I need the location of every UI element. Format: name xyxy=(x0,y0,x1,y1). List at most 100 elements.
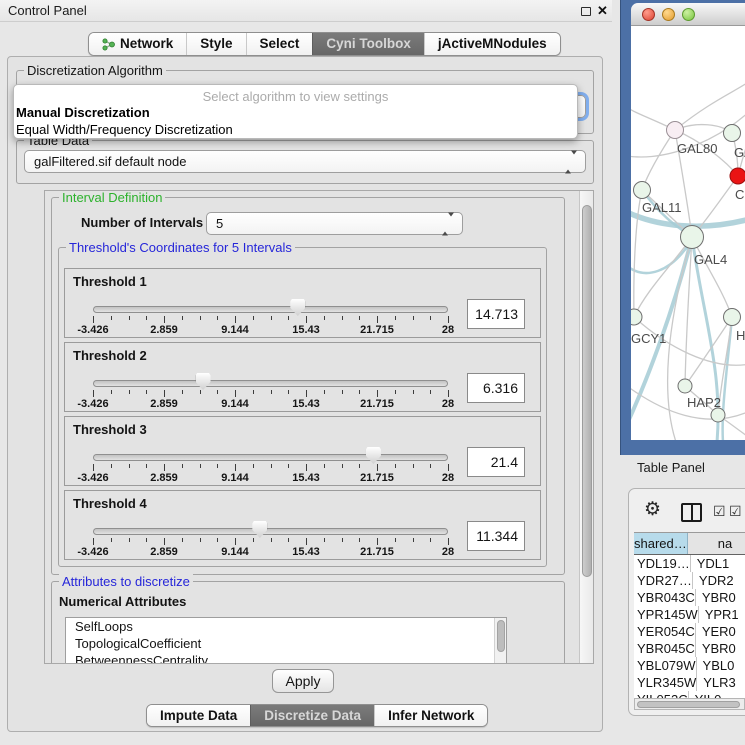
network-canvas[interactable]: GAL80GACGAL11GAL4GCY1HHAP2 xyxy=(631,26,745,440)
table-cell-shared[interactable]: YDR27… xyxy=(634,572,693,589)
slider-tick xyxy=(182,316,183,320)
network-node-ga[interactable] xyxy=(724,125,741,142)
column-header-shared[interactable]: shared… xyxy=(634,533,688,554)
table-hscrollbar-thumb[interactable] xyxy=(637,701,740,708)
network-node-h[interactable] xyxy=(724,309,741,326)
network-node-unlabeled[interactable] xyxy=(711,408,725,422)
settings-vertical-scrollbar[interactable] xyxy=(579,191,594,663)
table-row[interactable]: YER054CYER0 xyxy=(634,623,745,640)
table-row[interactable]: YDL19…YDL1 xyxy=(634,555,745,572)
table-cell-name[interactable]: YBL0 xyxy=(697,657,745,674)
table-row[interactable]: YBR043CYBR0 xyxy=(634,589,745,606)
table-cell-shared[interactable]: YDL19… xyxy=(634,555,691,572)
gear-icon[interactable]: ⚙ xyxy=(644,499,661,521)
settings-scrollbar-thumb[interactable] xyxy=(582,205,592,577)
slider-tick xyxy=(217,390,218,394)
table-cell-shared[interactable]: YLR345W xyxy=(634,674,697,691)
threshold-value-field[interactable]: 11.344 xyxy=(467,521,525,551)
slider-tick-label: 21.715 xyxy=(360,472,394,484)
apply-button[interactable]: Apply xyxy=(272,669,334,693)
table-cell-shared[interactable]: YIL052C xyxy=(634,691,689,698)
table-row[interactable]: YBL079WYBL0 xyxy=(634,657,745,674)
table-horizontal-scrollbar[interactable] xyxy=(634,698,745,710)
tab-style[interactable]: Style xyxy=(186,33,245,55)
table-cell-name[interactable]: YBR0 xyxy=(696,589,745,606)
slider-tick xyxy=(430,316,431,320)
threshold-slider-track[interactable] xyxy=(93,454,448,461)
control-panel-title: Control Panel xyxy=(8,3,87,18)
table-data-combobox[interactable]: galFiltered.sif default node xyxy=(24,150,586,173)
screenshot-root: Control Panel ✕ Network StyleSelectCyni T… xyxy=(0,0,745,745)
checkbox-icon[interactable]: ☑ xyxy=(713,503,726,520)
zoom-traffic-light-icon[interactable] xyxy=(682,8,695,21)
threshold-slider-thumb[interactable] xyxy=(366,447,381,464)
close-window-icon[interactable]: ✕ xyxy=(597,3,608,19)
attribute-item-betweennesscentrality[interactable]: BetweennessCentrality xyxy=(66,652,506,664)
number-of-intervals-combobox[interactable]: 5 xyxy=(206,212,463,235)
network-node-gal11[interactable] xyxy=(634,182,651,199)
table-cell-shared[interactable]: YBR045C xyxy=(634,640,696,657)
numerical-attributes-list: SelfLoopsTopologicalCoefficientBetweenne… xyxy=(65,617,507,664)
table-cell-shared[interactable]: YBL079W xyxy=(634,657,697,674)
column-header-name[interactable]: na xyxy=(688,533,745,554)
tab-label: Network xyxy=(120,33,173,55)
algorithm-option-manual-discretization[interactable]: Manual Discretization xyxy=(16,105,150,120)
threshold-slider-thumb[interactable] xyxy=(290,299,305,316)
threshold-slider-thumb[interactable] xyxy=(252,521,267,538)
threshold-slider-track[interactable] xyxy=(93,306,448,313)
threshold-value-field[interactable]: 6.316 xyxy=(467,373,525,403)
slider-tick-label: 2.859 xyxy=(150,472,178,484)
table-cell-name[interactable]: YER0 xyxy=(696,623,745,640)
network-node-gal80[interactable] xyxy=(667,122,684,139)
table-row[interactable]: YDR27…YDR2 xyxy=(634,572,745,589)
slider-tick-label: 2.859 xyxy=(150,546,178,558)
settings-scroll-viewport: Interval Definition Number of Intervals … xyxy=(44,190,594,664)
table-cell-shared[interactable]: YBR043C xyxy=(634,589,696,606)
tab-discretize-data[interactable]: Discretize Data xyxy=(250,705,374,726)
column-layout-icon[interactable] xyxy=(681,503,702,522)
table-cell-name[interactable]: YDR2 xyxy=(693,572,745,589)
threshold-slider-track[interactable] xyxy=(93,380,448,387)
network-node-c[interactable] xyxy=(730,168,745,184)
network-node-gal4[interactable] xyxy=(681,226,704,249)
table-row[interactable]: YIL052CYIL0 xyxy=(634,691,745,698)
close-traffic-light-icon[interactable] xyxy=(642,8,655,21)
algorithm-option-equal-width-frequency-discretization[interactable]: Equal Width/Frequency Discretization xyxy=(16,122,233,137)
attribute-item-selfloops[interactable]: SelfLoops xyxy=(66,618,506,635)
table-cell-name[interactable]: YIL0 xyxy=(689,691,745,698)
tab-jactivemnodules[interactable]: jActiveMNodules xyxy=(424,33,560,55)
table-cell-shared[interactable]: YPR145W xyxy=(634,606,699,623)
network-window-titlebar[interactable] xyxy=(631,3,745,26)
attributes-scrollbar-thumb[interactable] xyxy=(497,620,505,652)
network-node-hap2[interactable] xyxy=(678,379,692,393)
tab-network[interactable]: Network xyxy=(89,33,186,55)
table-row[interactable]: YBR045CYBR0 xyxy=(634,640,745,657)
table-cell-name[interactable]: YPR1 xyxy=(699,606,745,623)
network-node-gcy1[interactable] xyxy=(631,309,642,325)
slider-tick xyxy=(324,464,325,468)
slider-tick xyxy=(111,464,112,468)
minimize-traffic-light-icon[interactable] xyxy=(662,8,675,21)
checkbox-icon[interactable]: ☑ xyxy=(729,503,742,520)
tab-impute-data[interactable]: Impute Data xyxy=(147,705,250,726)
tab-cyni-toolbox[interactable]: Cyni Toolbox xyxy=(312,33,424,55)
slider-tick xyxy=(395,538,396,542)
table-row[interactable]: YLR345WYLR3 xyxy=(634,674,745,691)
table-cell-name[interactable]: YDL1 xyxy=(691,555,745,572)
threshold-slider-track[interactable] xyxy=(93,528,448,535)
float-window-icon[interactable] xyxy=(581,7,591,16)
attributes-list-scrollbar[interactable] xyxy=(494,618,506,664)
threshold-value-field[interactable]: 21.4 xyxy=(467,447,525,477)
tab-infer-network[interactable]: Infer Network xyxy=(374,705,487,726)
tab-select[interactable]: Select xyxy=(246,33,313,55)
network-node-label: C xyxy=(735,187,744,202)
table-cell-name[interactable]: YLR3 xyxy=(697,674,745,691)
threshold-slider-thumb[interactable] xyxy=(196,373,211,390)
table-cell-shared[interactable]: YER054C xyxy=(634,623,696,640)
slider-tick xyxy=(111,538,112,542)
table-cell-name[interactable]: YBR0 xyxy=(696,640,745,657)
slider-tick-label: 28 xyxy=(442,472,454,484)
attribute-item-topologicalcoefficient[interactable]: TopologicalCoefficient xyxy=(66,635,506,652)
table-row[interactable]: YPR145WYPR1 xyxy=(634,606,745,623)
threshold-value-field[interactable]: 14.713 xyxy=(467,299,525,329)
